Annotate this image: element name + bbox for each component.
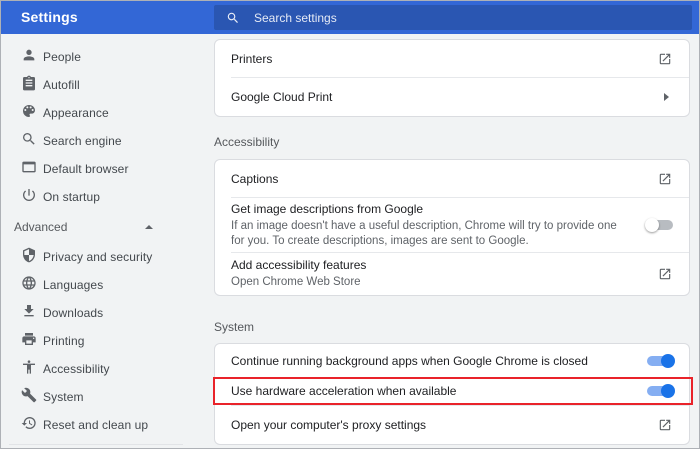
sidebar-item-label: Search engine — [43, 134, 122, 148]
toggle-knob — [645, 218, 659, 232]
system-card: Continue running background apps when Go… — [214, 343, 690, 445]
row-label: Use hardware acceleration when available — [231, 384, 456, 398]
system-heading: System — [214, 320, 690, 334]
submenu-arrow-icon — [664, 93, 669, 101]
advanced-label: Advanced — [14, 220, 67, 234]
person-icon — [21, 47, 43, 68]
sidebar: People Autofill Appearance Search engine… — [1, 34, 211, 448]
sidebar-item-label: On startup — [43, 190, 100, 204]
sidebar-item-label: Autofill — [43, 78, 80, 92]
caret-up-icon — [145, 225, 153, 229]
chrome-settings-window: Settings People Autofill Appearance Sear… — [0, 0, 700, 449]
image-descriptions-row[interactable]: Get image descriptions from Google If an… — [215, 197, 689, 252]
search-icon — [21, 131, 43, 152]
sidebar-item-label: Privacy and security — [43, 250, 152, 264]
palette-icon — [21, 103, 43, 124]
sidebar-item-default-browser[interactable]: Default browser — [1, 155, 211, 183]
sidebar-item-printing[interactable]: Printing — [1, 327, 211, 355]
sidebar-item-label: Printing — [43, 334, 85, 348]
image-descriptions-toggle[interactable] — [647, 220, 673, 230]
accessibility-card: Captions Get image descriptions from Goo… — [214, 159, 690, 296]
row-label: Add accessibility features — [231, 257, 643, 273]
sidebar-item-label: System — [43, 390, 84, 404]
sidebar-item-downloads[interactable]: Downloads — [1, 299, 211, 327]
row-label: Printers — [231, 52, 272, 66]
background-apps-row[interactable]: Continue running background apps when Go… — [215, 344, 689, 377]
printer-icon — [21, 331, 43, 352]
page-title: Settings — [21, 1, 78, 34]
add-accessibility-features-row[interactable]: Add accessibility features Open Chrome W… — [215, 252, 689, 295]
sidebar-item-label: Languages — [43, 278, 103, 292]
row-description: If an image doesn't have a useful descri… — [231, 219, 633, 249]
background-apps-toggle[interactable] — [647, 356, 673, 366]
printing-card: Printers Google Cloud Print — [214, 39, 690, 117]
sidebar-item-on-startup[interactable]: On startup — [1, 183, 211, 211]
external-link-icon[interactable] — [657, 171, 673, 187]
search-box[interactable] — [214, 5, 692, 30]
globe-icon — [21, 275, 43, 296]
search-input[interactable] — [252, 10, 680, 26]
download-icon — [21, 303, 43, 324]
power-icon — [21, 187, 43, 208]
row-label: Google Cloud Print — [231, 90, 332, 104]
sidebar-item-system[interactable]: System — [1, 383, 211, 411]
sidebar-item-people[interactable]: People — [1, 43, 211, 71]
toggle-knob — [661, 354, 675, 368]
sidebar-item-languages[interactable]: Languages — [1, 271, 211, 299]
sidebar-item-label: Default browser — [43, 162, 129, 176]
sidebar-item-reset[interactable]: Reset and clean up — [1, 411, 211, 439]
toggle-knob — [661, 384, 675, 398]
sidebar-item-label: Reset and clean up — [43, 418, 148, 432]
accessibility-icon — [21, 359, 43, 380]
sidebar-item-label: Downloads — [43, 306, 103, 320]
hardware-acceleration-toggle[interactable] — [647, 386, 673, 396]
sidebar-item-appearance[interactable]: Appearance — [1, 99, 211, 127]
autofill-icon — [21, 75, 43, 96]
row-label: Get image descriptions from Google — [231, 201, 633, 217]
row-label: Continue running background apps when Go… — [231, 354, 588, 368]
row-description: Open Chrome Web Store — [231, 275, 643, 290]
sidebar-item-label: People — [43, 50, 81, 64]
sidebar-item-label: Accessibility — [43, 362, 110, 376]
restore-icon — [21, 415, 43, 436]
shield-icon — [21, 247, 43, 268]
sidebar-item-label: Appearance — [43, 106, 109, 120]
row-label: Open your computer's proxy settings — [231, 418, 426, 432]
browser-icon — [21, 159, 43, 180]
row-label: Captions — [231, 172, 278, 186]
sidebar-item-accessibility[interactable]: Accessibility — [1, 355, 211, 383]
captions-row[interactable]: Captions — [215, 160, 689, 197]
external-link-icon[interactable] — [657, 266, 673, 282]
settings-content: Printers Google Cloud Print Accessibilit… — [211, 34, 699, 448]
sidebar-item-privacy[interactable]: Privacy and security — [1, 243, 211, 271]
hardware-acceleration-row[interactable]: Use hardware acceleration when available — [215, 377, 689, 405]
sidebar-item-autofill[interactable]: Autofill — [1, 71, 211, 99]
header-bar: Settings — [1, 1, 699, 34]
external-link-icon[interactable] — [657, 417, 673, 433]
accessibility-heading: Accessibility — [214, 135, 690, 149]
google-cloud-print-row[interactable]: Google Cloud Print — [215, 77, 689, 116]
search-icon — [226, 11, 240, 25]
printers-row[interactable]: Printers — [215, 40, 689, 77]
external-link-icon[interactable] — [657, 51, 673, 67]
proxy-settings-row[interactable]: Open your computer's proxy settings — [215, 405, 689, 444]
wrench-icon — [21, 387, 43, 408]
sidebar-item-search-engine[interactable]: Search engine — [1, 127, 211, 155]
sidebar-advanced-toggle[interactable]: Advanced — [1, 211, 211, 243]
sidebar-divider — [9, 444, 183, 445]
